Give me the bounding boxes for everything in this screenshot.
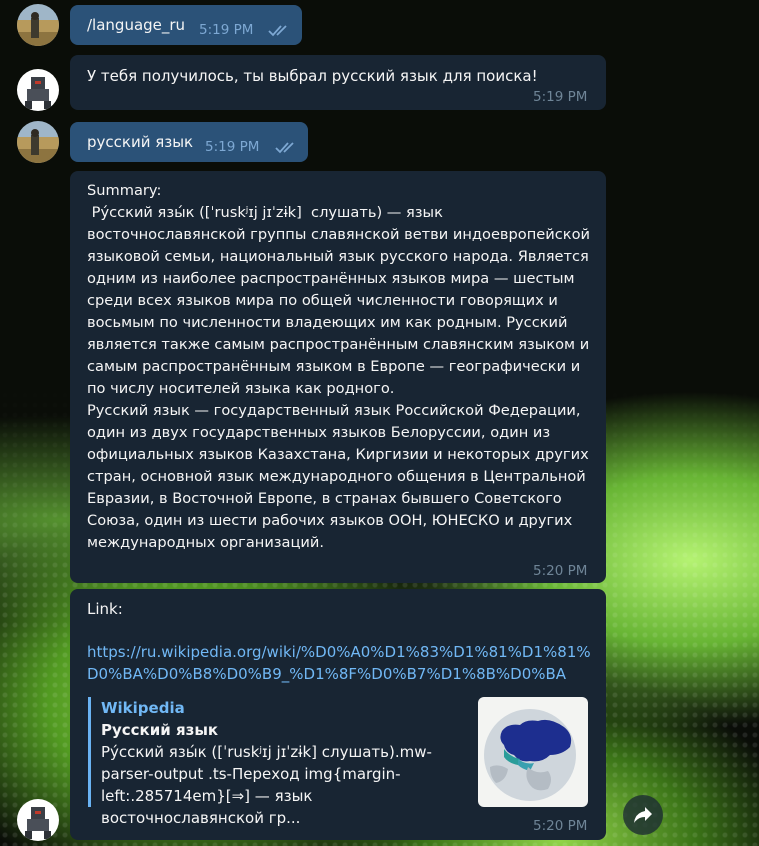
message-time: 5:19 PM xyxy=(205,139,260,155)
link-preview[interactable]: Wikipedia Русский язык Ру́сский язы́к ([… xyxy=(88,697,588,827)
double-check-icon xyxy=(268,25,287,37)
double-check-icon xyxy=(275,142,294,154)
summary-message[interactable]: Summary: Ру́сский язы́к ([ˈruskʲɪj jɪˈzɨ… xyxy=(70,171,606,583)
incoming-message[interactable]: У тебя получилось, ты выбрал русский язы… xyxy=(70,55,606,110)
message-text: /language_ru xyxy=(87,16,186,34)
message-time: 5:19 PM xyxy=(199,22,254,38)
user-avatar[interactable] xyxy=(17,121,59,163)
link-message[interactable]: Link: https://ru.wikipedia.org/wiki/%D0%… xyxy=(70,589,606,840)
user-avatar[interactable] xyxy=(17,4,59,46)
message-time: 5:19 PM xyxy=(533,89,588,105)
wikipedia-link[interactable]: https://ru.wikipedia.org/wiki/%D0%A0%D1%… xyxy=(87,641,592,685)
bot-avatar[interactable] xyxy=(17,69,59,111)
link-label: Link: xyxy=(87,600,123,618)
preview-description: Ру́сский язы́к ([ˈruskʲɪj jɪˈzɨk] слушат… xyxy=(101,743,432,827)
bot-avatar[interactable] xyxy=(17,799,59,841)
message-time: 5:20 PM xyxy=(533,563,588,579)
preview-map-image[interactable] xyxy=(478,697,588,807)
message-text: русский язык xyxy=(87,133,194,151)
message-time: 5:20 PM xyxy=(533,818,588,834)
share-arrow-icon xyxy=(634,807,652,823)
forward-button[interactable] xyxy=(623,795,663,835)
message-text: Summary: Ру́сский язы́к ([ˈruskʲɪj jɪˈzɨ… xyxy=(87,182,590,551)
outgoing-message[interactable]: /language_ru 5:19 PM xyxy=(70,5,302,45)
outgoing-message[interactable]: русский язык 5:19 PM xyxy=(70,122,308,162)
message-text: У тебя получилось, ты выбрал русский язы… xyxy=(87,67,538,85)
